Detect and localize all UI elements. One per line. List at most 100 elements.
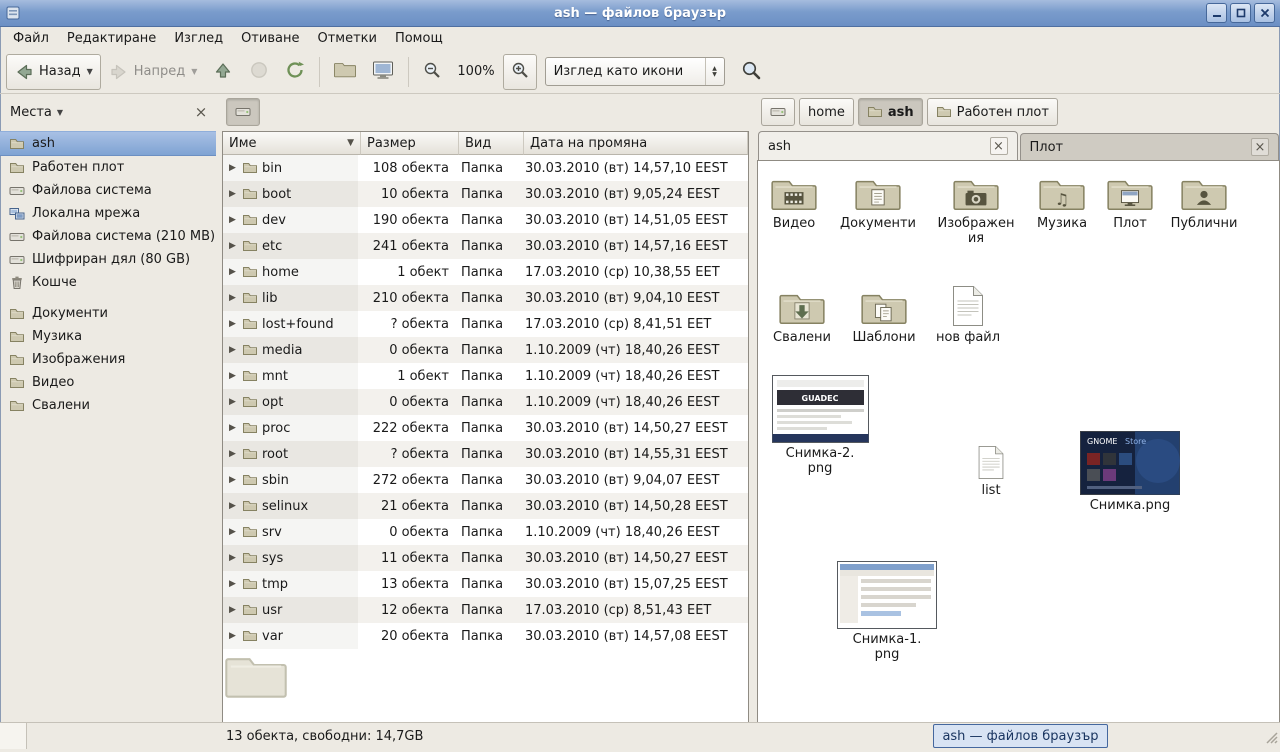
expander-icon[interactable]: ▶: [227, 371, 238, 381]
tab-close-button[interactable]: ×: [990, 137, 1008, 155]
column-header[interactable]: Размер: [361, 132, 459, 155]
table-row[interactable]: ▶mnt1 обектПапка1.10.2009 (чт) 18,40,26 …: [223, 363, 748, 389]
sidebar-mode-chevron-icon[interactable]: ▼: [57, 108, 63, 117]
icon-view-item[interactable]: Изображения: [936, 175, 1016, 246]
taskbar-window-button[interactable]: ash — файлов браузър: [933, 724, 1108, 748]
forward-button[interactable]: Напред ▼: [101, 54, 206, 90]
table-row[interactable]: ▶var20 обектаПапка30.03.2010 (вт) 14,57,…: [223, 623, 748, 649]
pathbar-button[interactable]: [761, 98, 795, 126]
sidebar-item[interactable]: Работен плот: [0, 156, 216, 179]
table-row[interactable]: ▶dev190 обектаПапка30.03.2010 (вт) 14,51…: [223, 207, 748, 233]
tab[interactable]: ash×: [758, 131, 1018, 160]
back-button[interactable]: Назад ▼: [6, 54, 101, 90]
show-desktop-button[interactable]: [0, 723, 27, 749]
expander-icon[interactable]: ▶: [227, 527, 238, 537]
table-row[interactable]: ▶srv0 обектаПапка1.10.2009 (чт) 18,40,26…: [223, 519, 748, 545]
icon-view-item[interactable]: Свалени: [766, 289, 838, 345]
table-row[interactable]: ▶bin108 обектаПапка30.03.2010 (вт) 14,57…: [223, 155, 748, 181]
icon-view-item[interactable]: Снимка-1.png: [835, 561, 939, 662]
menubar-item[interactable]: Помощ: [386, 28, 452, 49]
reload-button[interactable]: [277, 54, 313, 90]
table-row[interactable]: ▶home1 обектПапка17.03.2010 (ср) 10,38,5…: [223, 259, 748, 285]
table-row[interactable]: ▶boot10 обектаПапка30.03.2010 (вт) 9,05,…: [223, 181, 748, 207]
sidebar-item[interactable]: Кошче: [0, 271, 216, 294]
icon-view-item[interactable]: Плот: [1102, 175, 1158, 231]
sidebar-item[interactable]: Файлова система: [0, 179, 216, 202]
expander-icon[interactable]: ▶: [227, 319, 238, 329]
sidebar-item[interactable]: Свалени: [0, 394, 216, 417]
icon-view-item[interactable]: Видео: [758, 175, 830, 231]
zoom-in-button[interactable]: [503, 54, 537, 90]
view-mode-select[interactable]: Изглед като икони ▲▼: [545, 57, 725, 86]
icon-view-item[interactable]: GUADECСнимка-2.png: [768, 375, 872, 476]
expander-icon[interactable]: ▶: [227, 397, 238, 407]
icon-view-item[interactable]: Публични: [1166, 175, 1242, 231]
sidebar-item[interactable]: Изображения: [0, 348, 216, 371]
sidebar-item[interactable]: Локална мрежа: [0, 202, 216, 225]
icon-view-item[interactable]: нов файл: [933, 285, 1003, 345]
pathbar-button[interactable]: [226, 98, 260, 126]
home-button[interactable]: [326, 54, 364, 90]
computer-button[interactable]: [364, 54, 402, 90]
expander-icon[interactable]: ▶: [227, 423, 238, 433]
sidebar-item[interactable]: ash: [0, 131, 216, 156]
minimize-button[interactable]: [1206, 3, 1227, 23]
expander-icon[interactable]: ▶: [227, 605, 238, 615]
sidebar-close-button[interactable]: ×: [192, 103, 210, 121]
table-row[interactable]: ▶sbin272 обектаПапка30.03.2010 (вт) 9,04…: [223, 467, 748, 493]
expander-icon[interactable]: ▶: [227, 345, 238, 355]
expander-icon[interactable]: ▶: [227, 553, 238, 563]
back-history-chevron-icon[interactable]: ▼: [87, 67, 93, 76]
expander-icon[interactable]: ▶: [227, 501, 238, 511]
expander-icon[interactable]: ▶: [227, 475, 238, 485]
sidebar-title[interactable]: Места: [10, 105, 52, 120]
expander-icon[interactable]: ▶: [227, 579, 238, 589]
pane-splitter[interactable]: [749, 93, 757, 723]
sidebar-item[interactable]: Документи: [0, 302, 216, 325]
table-row[interactable]: ▶tmp13 обектаПапка30.03.2010 (вт) 15,07,…: [223, 571, 748, 597]
pathbar-button[interactable]: Работен плот: [927, 98, 1058, 126]
table-row[interactable]: ▶lost+found? обектаПапка17.03.2010 (ср) …: [223, 311, 748, 337]
table-row[interactable]: ▶lib210 обектаПапка30.03.2010 (вт) 9,04,…: [223, 285, 748, 311]
zoom-out-button[interactable]: [415, 54, 449, 90]
expander-icon[interactable]: ▶: [227, 267, 238, 277]
sidebar-item[interactable]: Музика: [0, 325, 216, 348]
column-header[interactable]: Вид: [459, 132, 524, 155]
close-button[interactable]: [1254, 3, 1275, 23]
expander-icon[interactable]: ▶: [227, 449, 238, 459]
sidebar-item[interactable]: Шифриран дял (80 GB): [0, 248, 216, 271]
menubar-item[interactable]: Отметки: [308, 28, 385, 49]
tab-close-button[interactable]: ×: [1251, 138, 1269, 156]
search-button[interactable]: [733, 54, 769, 90]
pathbar-button[interactable]: ash: [858, 98, 923, 126]
column-header[interactable]: Дата на промяна: [524, 132, 748, 155]
pathbar-button[interactable]: home: [799, 98, 854, 126]
icon-view-item[interactable]: Шаблони: [848, 289, 920, 345]
menubar-item[interactable]: Изглед: [165, 28, 232, 49]
tab[interactable]: Плот×: [1020, 133, 1280, 160]
expander-icon[interactable]: ▶: [227, 293, 238, 303]
sidebar-item[interactable]: Видео: [0, 371, 216, 394]
up-button[interactable]: [205, 54, 241, 90]
table-row[interactable]: ▶usr12 обектаПапка17.03.2010 (ср) 8,51,4…: [223, 597, 748, 623]
expander-icon[interactable]: ▶: [227, 241, 238, 251]
icon-view-item[interactable]: list: [961, 445, 1021, 498]
table-row[interactable]: ▶sys11 обектаПапка30.03.2010 (вт) 14,50,…: [223, 545, 748, 571]
icon-view-item[interactable]: ♫Музика: [1029, 175, 1095, 231]
table-row[interactable]: ▶media0 обектаПапка1.10.2009 (чт) 18,40,…: [223, 337, 748, 363]
stop-button[interactable]: [241, 54, 277, 90]
table-row[interactable]: ▶root? обектаПапка30.03.2010 (вт) 14,55,…: [223, 441, 748, 467]
menubar-item[interactable]: Редактиране: [58, 28, 165, 49]
menubar-item[interactable]: Отиване: [232, 28, 308, 49]
table-row[interactable]: ▶selinux21 обектаПапка30.03.2010 (вт) 14…: [223, 493, 748, 519]
expander-icon[interactable]: ▶: [227, 163, 238, 173]
icon-view-item[interactable]: Документи: [836, 175, 920, 231]
expander-icon[interactable]: ▶: [227, 631, 238, 641]
expander-icon[interactable]: ▶: [227, 215, 238, 225]
icon-view-item[interactable]: GNOMEStoreСнимка.png: [1078, 431, 1182, 513]
sidebar-item[interactable]: Файлова система (210 MB): [0, 225, 216, 248]
resize-grip-icon[interactable]: [1265, 731, 1278, 748]
table-row[interactable]: ▶etc241 обектаПапка30.03.2010 (вт) 14,57…: [223, 233, 748, 259]
menubar-item[interactable]: Файл: [4, 28, 58, 49]
column-header[interactable]: Име▼: [223, 132, 361, 155]
